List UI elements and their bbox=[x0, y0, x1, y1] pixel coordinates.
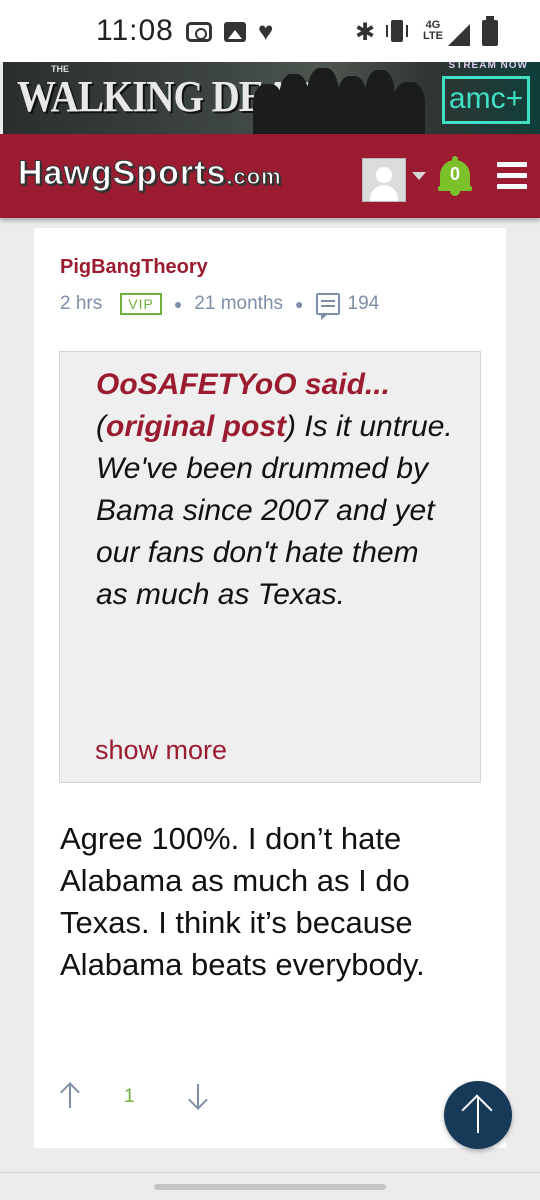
notifications-bell-icon[interactable]: 0 bbox=[438, 156, 472, 196]
vote-count: 1 bbox=[124, 1086, 135, 1107]
comment-icon bbox=[315, 293, 340, 320]
gesture-nav-bar[interactable] bbox=[154, 1184, 386, 1190]
show-more-link[interactable]: show more bbox=[95, 735, 227, 766]
logo-main: HawgSports bbox=[17, 154, 227, 193]
ad-artwork bbox=[253, 62, 433, 134]
downvote-arrow-icon[interactable] bbox=[188, 1082, 208, 1110]
site-logo[interactable]: HawgSports.com bbox=[17, 154, 282, 193]
camera-icon bbox=[186, 22, 212, 42]
vip-badge: VIP bbox=[120, 293, 162, 315]
post-actions: 1 … bbox=[60, 1080, 496, 1116]
logo-suffix: .com bbox=[226, 164, 282, 190]
chevron-down-icon[interactable] bbox=[412, 172, 426, 180]
status-time: 11:08 bbox=[96, 14, 174, 47]
ad-brand-logo: amc+ bbox=[442, 76, 530, 124]
heart-icon: ♥ bbox=[258, 16, 274, 46]
site-header: HawgSports.com 0 bbox=[0, 134, 540, 218]
bluetooth-icon: ✱ bbox=[355, 19, 376, 46]
signal-icon bbox=[448, 24, 470, 46]
post-card: PigBangTheory 2 hrs VIP ● 21 months ● 19… bbox=[34, 228, 506, 1148]
post-time: 2 hrs bbox=[60, 293, 103, 314]
upvote-arrow-icon[interactable] bbox=[60, 1082, 80, 1110]
meta-separator: ● bbox=[173, 296, 183, 312]
quote-text-block: OoSAFETYoO said... (original post) Is it… bbox=[96, 364, 456, 616]
image-icon bbox=[224, 22, 246, 42]
ad-stream-label: STREAM NOW bbox=[448, 62, 528, 71]
membership-duration: 21 months bbox=[194, 293, 284, 314]
post-body: Agree 100%. I don’t hate Alabama as much… bbox=[60, 821, 425, 982]
battery-icon bbox=[482, 16, 498, 46]
post-meta: 2 hrs VIP ● 21 months ● 194 bbox=[60, 290, 380, 320]
network-type: 4G LTE bbox=[423, 19, 443, 42]
quote-author[interactable]: OoSAFETYoO said... bbox=[96, 368, 390, 401]
paren-open: ( bbox=[96, 410, 106, 443]
meta-separator: ● bbox=[295, 296, 304, 312]
quoted-post: OoSAFETYoO said... (original post) Is it… bbox=[59, 351, 481, 783]
scroll-to-top-button[interactable] bbox=[444, 1081, 512, 1149]
post-author[interactable]: PigBangTheory bbox=[60, 256, 208, 279]
divider bbox=[0, 1172, 540, 1173]
status-bar: 11:08 ♥ ✱ 4G LTE bbox=[0, 0, 540, 62]
user-avatar[interactable] bbox=[362, 158, 406, 202]
notifications-count: 0 bbox=[449, 164, 460, 184]
original-post-link[interactable]: original post bbox=[106, 410, 286, 443]
vibrate-icon bbox=[386, 20, 408, 44]
hamburger-menu-icon[interactable] bbox=[497, 162, 527, 190]
ad-banner[interactable]: THE WALKING DEAD STREAM NOW amc+ bbox=[3, 62, 540, 134]
comment-count: 194 bbox=[347, 293, 380, 314]
paren-close: ) bbox=[286, 410, 296, 443]
